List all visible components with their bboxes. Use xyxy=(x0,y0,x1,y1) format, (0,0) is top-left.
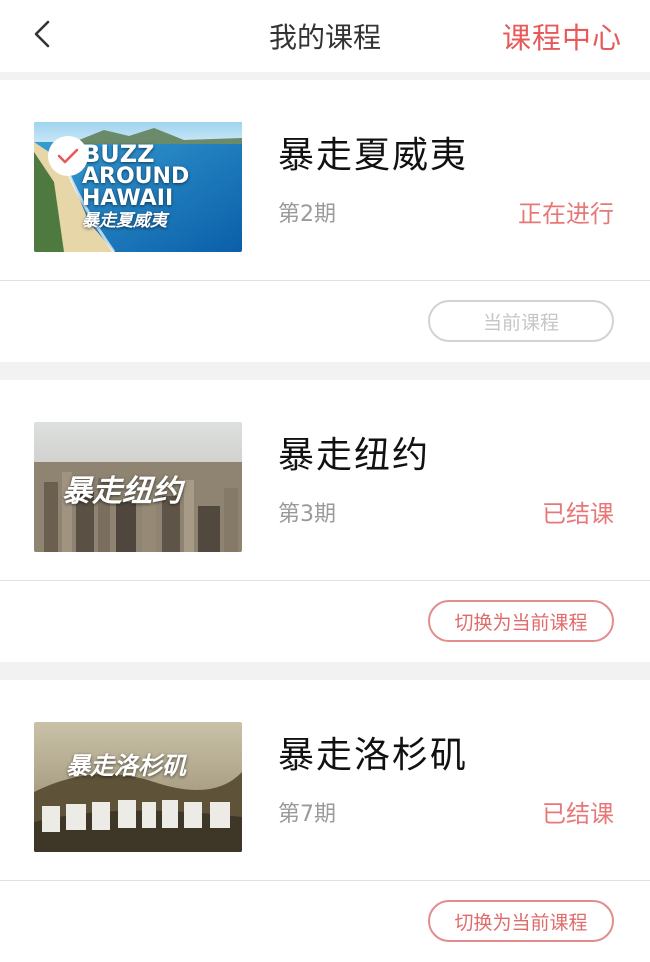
thumb-caption: AROUND xyxy=(82,164,190,189)
thumb-caption: 暴走夏威夷 xyxy=(82,211,167,231)
course-name: 暴走纽约 xyxy=(278,435,431,476)
thumb-caption: 暴走纽约 xyxy=(62,474,182,509)
selected-badge xyxy=(48,136,88,176)
nav-bar: 我的课程 课程中心 xyxy=(0,0,650,72)
course-status: 已结课 xyxy=(542,500,614,528)
course-thumbnail-losangeles[interactable]: 暴走洛杉矶 xyxy=(34,722,242,852)
losangeles-image xyxy=(34,722,242,852)
current-course-button[interactable]: 当前课程 xyxy=(428,300,614,342)
course-thumbnail-hawaii[interactable]: BUZZ AROUND HAWAII 暴走夏威夷 xyxy=(34,122,242,252)
course-card-body[interactable]: 暴走洛杉矶 暴走洛杉矶 第7期 已结课 xyxy=(0,680,650,881)
thumb-caption: 暴走洛杉矶 xyxy=(66,752,186,780)
switch-course-button[interactable]: 切换为当前课程 xyxy=(428,900,614,942)
thumb-caption: HAWAII xyxy=(82,186,174,211)
course-thumbnail-newyork[interactable]: 暴走纽约 xyxy=(34,422,242,552)
course-name: 暴走夏威夷 xyxy=(278,135,469,176)
course-status: 正在进行 xyxy=(518,200,614,228)
course-card: BUZZ AROUND HAWAII 暴走夏威夷 暴走夏威夷 第2期 正在进行 … xyxy=(0,80,650,362)
course-card-footer: 当前课程 xyxy=(0,281,650,362)
course-list: BUZZ AROUND HAWAII 暴走夏威夷 暴走夏威夷 第2期 正在进行 … xyxy=(0,80,650,962)
course-card-footer: 切换为当前课程 xyxy=(0,881,650,962)
course-card-footer: 切换为当前课程 xyxy=(0,581,650,662)
switch-course-button[interactable]: 切换为当前课程 xyxy=(428,600,614,642)
check-icon xyxy=(57,148,79,164)
thumb-caption: BUZZ xyxy=(82,140,155,168)
course-name: 暴走洛杉矶 xyxy=(278,735,469,776)
course-card: 暴走纽约 暴走纽约 第3期 已结课 切换为当前课程 xyxy=(0,380,650,662)
divider xyxy=(0,72,650,80)
course-card-body[interactable]: BUZZ AROUND HAWAII 暴走夏威夷 暴走夏威夷 第2期 正在进行 xyxy=(0,80,650,281)
course-period: 第2期 xyxy=(278,202,336,227)
course-center-link[interactable]: 课程中心 xyxy=(502,15,622,57)
course-card: 暴走洛杉矶 暴走洛杉矶 第7期 已结课 切换为当前课程 xyxy=(0,680,650,962)
course-card-body[interactable]: 暴走纽约 暴走纽约 第3期 已结课 xyxy=(0,380,650,581)
course-status: 已结课 xyxy=(542,800,614,828)
course-period: 第3期 xyxy=(278,502,336,527)
course-period: 第7期 xyxy=(278,802,336,827)
